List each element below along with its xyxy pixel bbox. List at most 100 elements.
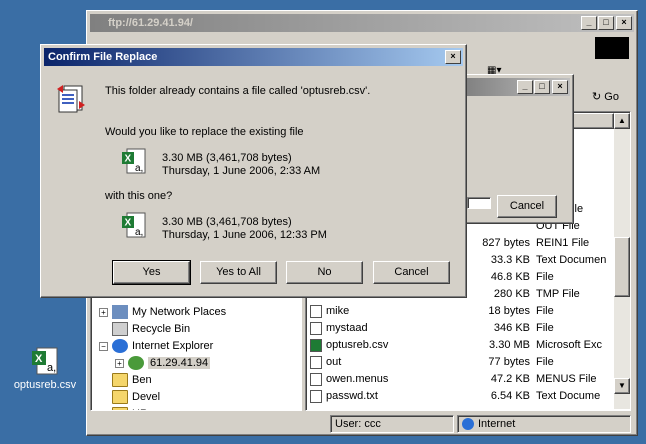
folder-icon [112, 373, 128, 388]
file-name: mystaad [326, 322, 368, 334]
internet-explorer-icon [112, 339, 128, 354]
cancel-button[interactable]: Cancel [497, 195, 557, 218]
tree-item-ftp[interactable]: +61.29.41.94 [115, 355, 211, 372]
yes-to-all-button[interactable]: Yes to All [200, 261, 277, 284]
no-button[interactable]: No [286, 261, 363, 284]
desktop-icon-label: optusreb.csv [13, 379, 77, 391]
file-type: Microsoft Exc [536, 339, 603, 351]
file-icon [310, 390, 322, 403]
file-size: 18 bytes [488, 305, 530, 317]
new-file-date: Thursday, 1 June 2006, 12:33 PM [162, 229, 327, 241]
tree-item-recycle[interactable]: Recycle Bin [112, 321, 190, 338]
dialog-titlebar[interactable]: Confirm File Replace × [44, 48, 463, 66]
file-row[interactable]: owen.menus 47.2 KB MENUS File [308, 371, 614, 388]
with-label: with this one? [105, 190, 173, 202]
file-type: REIN1 File [536, 237, 590, 249]
file-row[interactable]: optusreb.csv 3.30 MB Microsoft Exc [308, 337, 614, 354]
svg-text:a,: a, [47, 362, 56, 374]
existing-file-size: 3.30 MB (3,461,708 bytes) [162, 152, 292, 164]
file-size: 6.54 KB [490, 390, 530, 402]
excel-file-icon: X a, [122, 148, 146, 174]
excel-file-icon: X a, [32, 347, 58, 375]
confirm-dialog: Confirm File Replace × This folder alrea… [40, 44, 467, 298]
go-arrow-icon: ↻ [592, 91, 602, 103]
file-type: TMP File [536, 288, 580, 300]
tree-item-folder[interactable]: Ben [112, 372, 152, 389]
file-name: owen.menus [326, 373, 389, 385]
explorer-title: ftp://61.29.41.94/ [108, 17, 193, 29]
progress-titlebar[interactable]: _ □ × [464, 78, 570, 96]
replace-files-icon [57, 85, 85, 113]
file-icon [310, 305, 322, 318]
expand-icon[interactable]: + [99, 308, 108, 317]
maximize-button[interactable]: □ [534, 80, 550, 94]
file-size: 77 bytes [488, 356, 530, 368]
minimize-button[interactable]: _ [581, 16, 597, 30]
expand-icon[interactable]: + [115, 359, 124, 368]
file-name: passwd.txt [326, 390, 378, 402]
svg-text:X: X [35, 353, 43, 365]
network-places-icon [112, 305, 128, 320]
scroll-down-arrow[interactable]: ▼ [614, 378, 630, 394]
file-size: 33.3 KB [490, 254, 530, 266]
file-name: out [326, 356, 342, 368]
file-type: File [536, 356, 554, 368]
collapse-icon[interactable]: − [99, 342, 108, 351]
file-row[interactable]: out 77 bytes File [308, 354, 614, 371]
file-name: mike [326, 305, 350, 317]
scroll-thumb[interactable] [614, 237, 630, 297]
file-size: 827 bytes [482, 237, 530, 249]
tree-item-ie[interactable]: − Internet Explorer [99, 338, 213, 355]
file-size: 46.8 KB [490, 271, 530, 283]
yes-button[interactable]: Yes [112, 260, 191, 285]
file-size: 3.30 MB [489, 339, 530, 351]
file-name: optusreb.csv [326, 339, 389, 351]
status-user: User: ccc [330, 415, 454, 433]
excel-file-icon: X a, [122, 212, 146, 238]
file-row[interactable]: mike 18 bytes File [308, 303, 614, 320]
file-icon [310, 373, 322, 386]
dialog-close-button[interactable]: × [445, 50, 461, 64]
tree-item-folder[interactable]: Devel [112, 389, 160, 406]
file-type: Text Documen [536, 254, 607, 266]
dialog-message: This folder already contains a file call… [105, 85, 371, 97]
dialog-question: Would you like to replace the existing f… [105, 126, 304, 138]
close-button[interactable]: × [552, 80, 568, 94]
progress-dialog: _ □ × Cancel [460, 74, 574, 224]
svg-text:X: X [125, 154, 132, 165]
ftp-globe-icon [128, 356, 144, 371]
explorer-titlebar[interactable]: ftp://61.29.41.94/ _ □ × [90, 14, 634, 32]
progress-bar [467, 197, 491, 209]
folder-icon [112, 390, 128, 405]
cancel-button[interactable]: Cancel [373, 261, 450, 284]
maximize-button[interactable]: □ [598, 16, 614, 30]
scroll-up-arrow[interactable]: ▲ [614, 113, 630, 129]
file-type: Text Docume [536, 390, 601, 402]
svg-text:X: X [125, 218, 132, 229]
file-icon [310, 322, 322, 335]
file-size: 280 KB [493, 288, 530, 300]
go-button[interactable]: ↻ Go [592, 87, 632, 107]
recycle-bin-icon [112, 322, 128, 337]
internet-globe-icon [462, 418, 474, 431]
tree-item-folder[interactable]: HR [112, 406, 148, 410]
file-size: 47.2 KB [490, 373, 530, 385]
status-zone: Internet [457, 415, 631, 433]
scrollbar[interactable]: ▲ ▼ [614, 113, 630, 409]
file-type: MENUS File [536, 373, 597, 385]
new-file-size: 3.30 MB (3,461,708 bytes) [162, 216, 292, 228]
file-icon [310, 356, 322, 369]
dialog-title: Confirm File Replace [48, 51, 158, 63]
file-size: 346 KB [493, 322, 530, 334]
file-row[interactable]: passwd.txt 6.54 KB Text Docume [308, 388, 614, 405]
file-row[interactable]: mystaad 346 KB File [308, 320, 614, 337]
tree-item-network[interactable]: + My Network Places [99, 304, 226, 321]
close-button[interactable]: × [616, 16, 632, 30]
windows-logo [595, 37, 629, 59]
file-type: File [536, 322, 554, 334]
file-type: File [536, 271, 554, 283]
minimize-button[interactable]: _ [517, 80, 533, 94]
existing-file-date: Thursday, 1 June 2006, 2:33 AM [162, 165, 321, 177]
desktop-file-icon[interactable]: X a, optusreb.csv [10, 345, 80, 400]
folder-icon [112, 407, 128, 410]
